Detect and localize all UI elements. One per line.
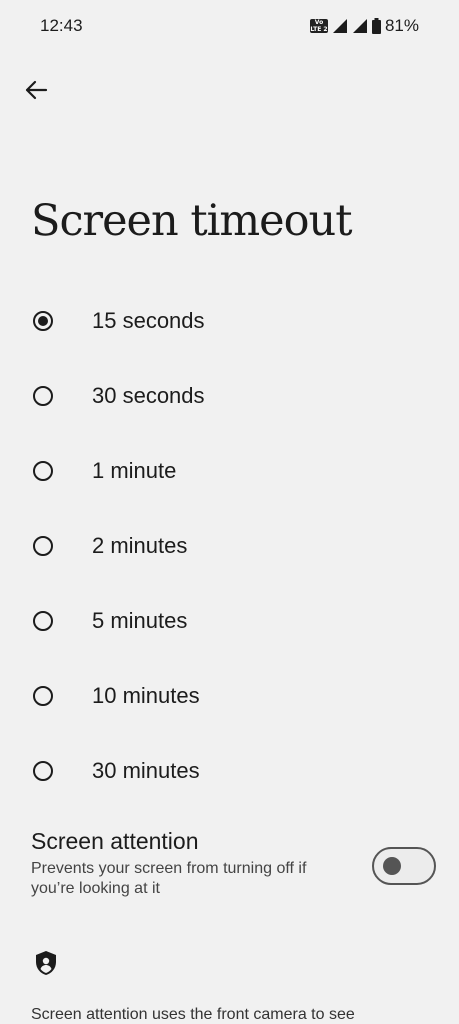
status-bar: 12:43 Vo LTE 2 81% [0,0,459,52]
page-title: Screen timeout [31,196,352,246]
option-label: 30 minutes [92,757,200,783]
radio-button[interactable] [33,685,53,706]
back-arrow-icon[interactable] [22,76,50,104]
option-5-minutes[interactable]: 5 minutes [0,583,459,658]
volte-icon: Vo LTE 2 [309,19,328,33]
status-icons: Vo LTE 2 81% [309,16,419,36]
radio-button[interactable] [33,460,53,481]
toggle-knob [383,857,401,875]
option-label: 10 minutes [92,682,200,708]
option-2-minutes[interactable]: 2 minutes [0,508,459,583]
option-1-minute[interactable]: 1 minute [0,433,459,508]
timeout-options: 15 seconds 30 seconds 1 minute 2 minutes… [0,283,459,808]
option-15-seconds[interactable]: 15 seconds [0,283,459,358]
radio-button[interactable] [33,610,53,631]
radio-button[interactable] [33,535,53,556]
signal-icon [332,19,347,33]
option-10-minutes[interactable]: 10 minutes [0,658,459,733]
screen-attention-setting[interactable]: Screen attention Prevents your screen fr… [31,828,431,899]
option-label: 30 seconds [92,382,205,408]
radio-button[interactable] [33,385,53,406]
radio-button[interactable] [33,760,53,781]
shield-icon [36,951,56,975]
signal-icon-2 [352,19,367,33]
status-time: 12:43 [40,16,83,35]
screen-attention-description: Screen attention uses the front camera t… [31,1006,355,1023]
screen-attention-toggle[interactable] [372,847,436,885]
option-30-minutes[interactable]: 30 minutes [0,733,459,808]
screen-attention-title: Screen attention [31,828,199,854]
radio-button[interactable] [33,310,53,331]
option-label: 5 minutes [92,607,188,633]
screen-attention-subtitle: Prevents your screen from turning off if… [31,860,307,897]
battery-percent: 81% [384,16,419,35]
option-30-seconds[interactable]: 30 seconds [0,358,459,433]
option-label: 15 seconds [92,307,205,333]
battery-icon [371,18,381,34]
option-label: 1 minute [92,457,177,483]
option-label: 2 minutes [92,532,188,558]
